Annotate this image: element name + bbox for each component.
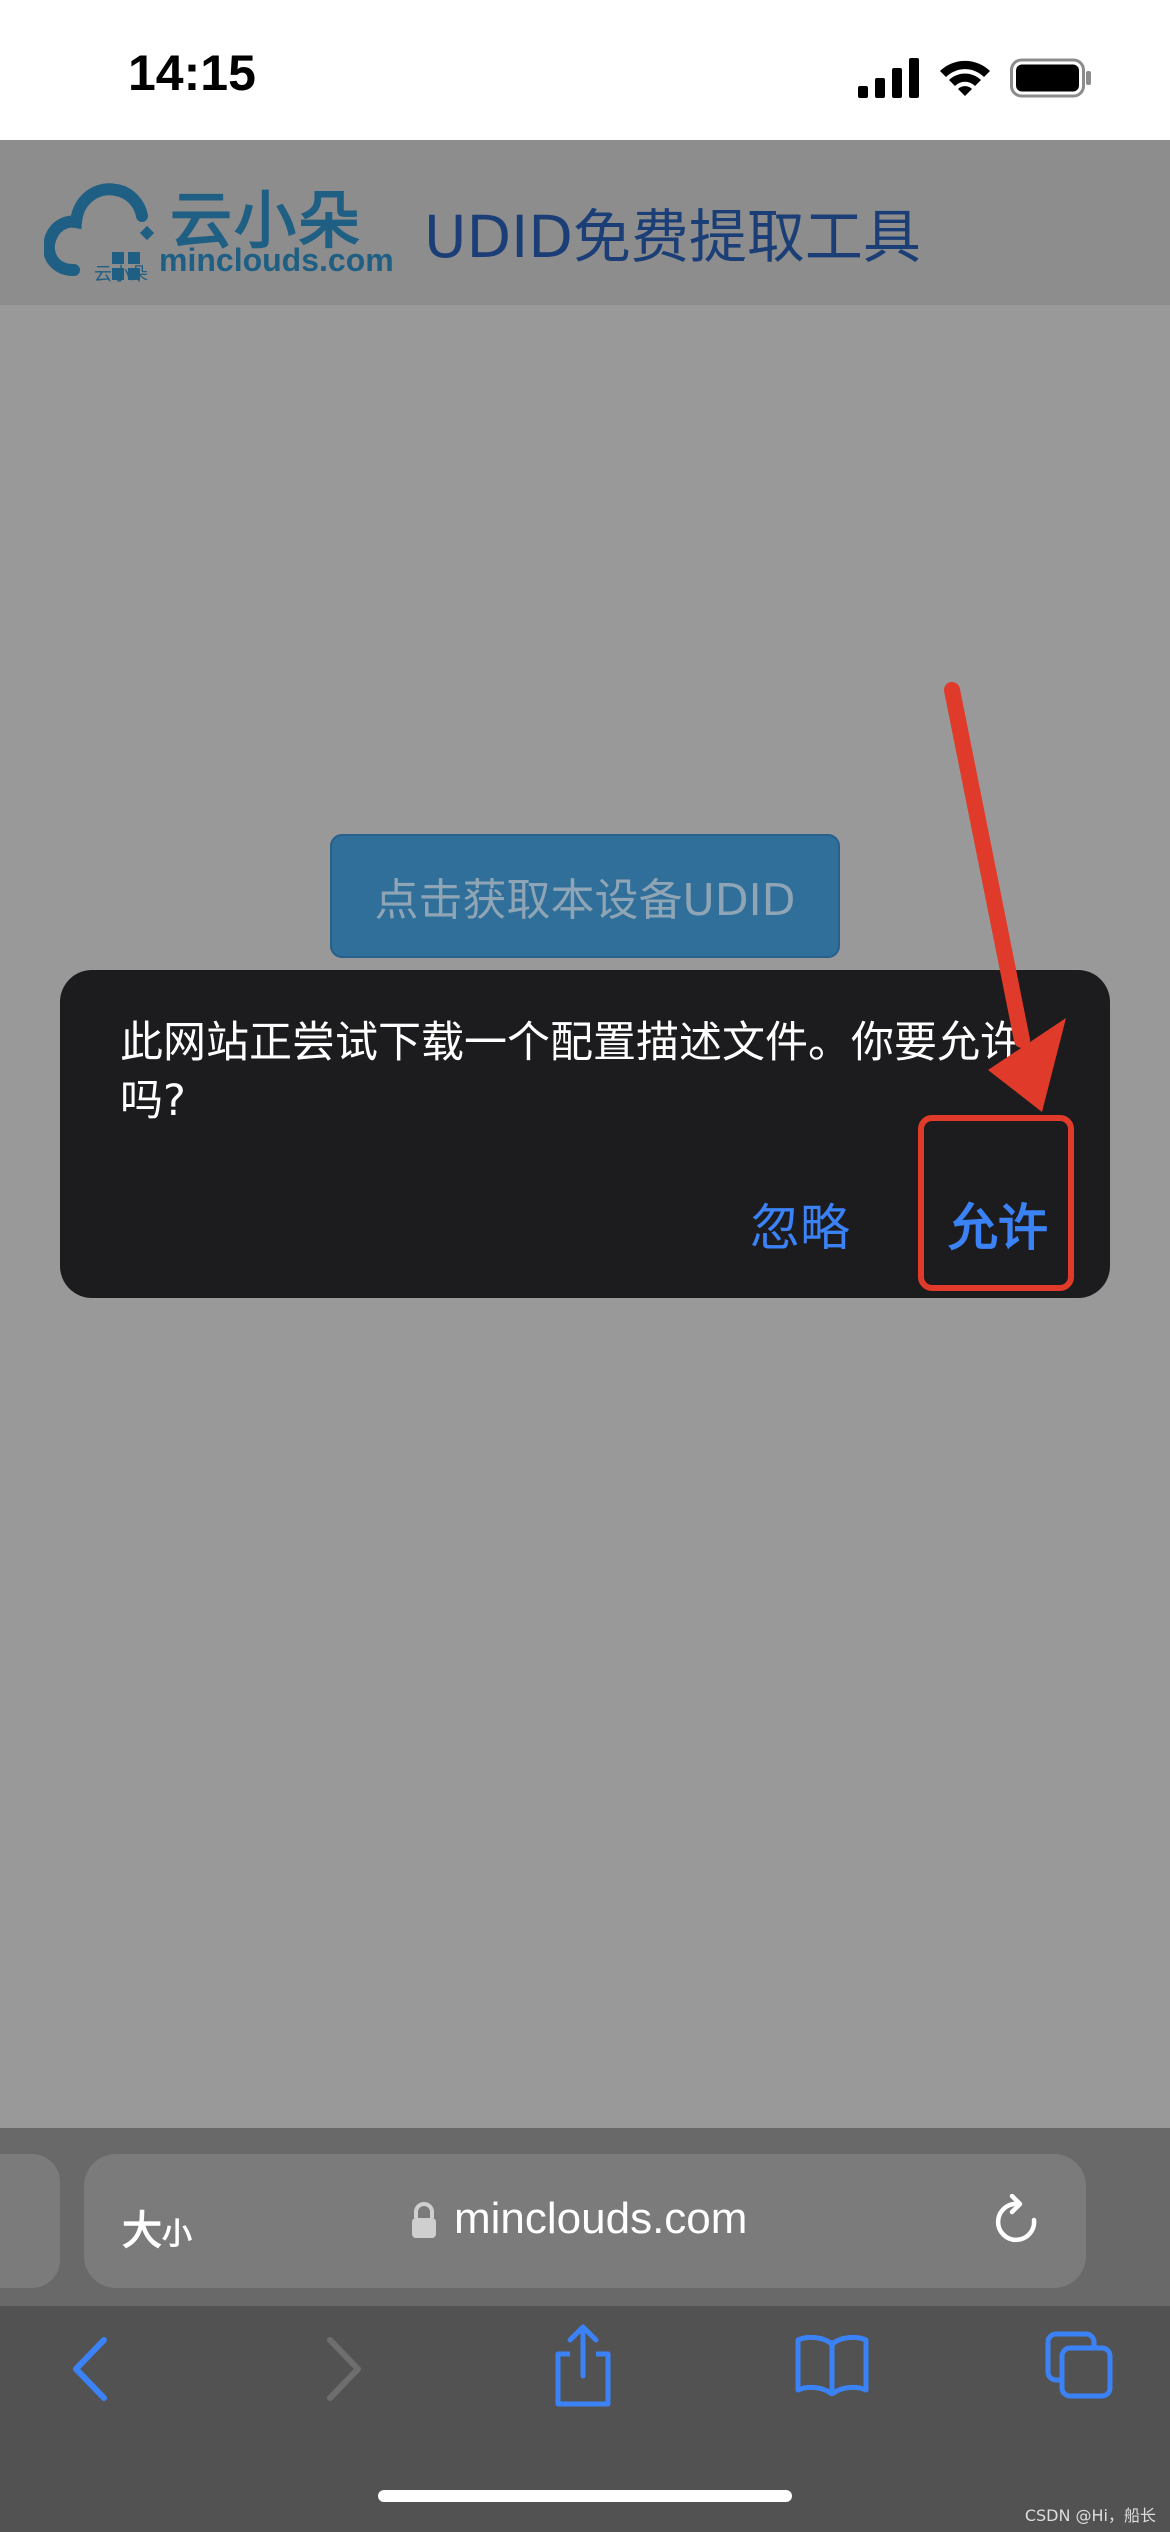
text-size-small: 小 xyxy=(162,2217,192,2252)
lock-icon xyxy=(412,2202,436,2238)
cellular-signal-icon xyxy=(858,58,919,98)
logo-small-text: 云小朵 xyxy=(94,264,148,285)
page-title: UDID免费提取工具 xyxy=(424,203,921,271)
share-icon[interactable] xyxy=(550,2322,616,2408)
dialog-message: 此网站正尝试下载一个配置描述文件。你要允许吗? xyxy=(120,1018,1023,1126)
bookmarks-icon[interactable] xyxy=(794,2332,870,2396)
back-icon[interactable] xyxy=(66,2332,116,2406)
forward-icon[interactable] xyxy=(318,2332,368,2406)
home-indicator[interactable] xyxy=(378,2490,792,2502)
status-time: 14:15 xyxy=(128,45,256,101)
site-header: 云小朵 云小朵 minclouds.com UDID免费提取工具 xyxy=(0,140,1170,305)
battery-icon xyxy=(1010,58,1091,98)
text-size-big: 大 xyxy=(122,2208,162,2254)
safari-address-area: 大小 minclouds.com xyxy=(0,2128,1170,2306)
allow-highlight-box xyxy=(918,1115,1074,1291)
site-logo[interactable]: 云小朵 云小朵 minclouds.com xyxy=(44,170,394,285)
ignore-button[interactable]: 忽略 xyxy=(750,1188,850,1260)
reload-icon[interactable] xyxy=(992,2194,1044,2250)
safari-toolbar: CSDN @Hi，船长 xyxy=(0,2306,1170,2532)
watermark: CSDN @Hi，船长 xyxy=(1024,2506,1156,2525)
get-udid-button[interactable]: 点击获取本设备UDID xyxy=(330,834,840,958)
text-size-button[interactable]: 大小 xyxy=(122,2198,192,2256)
status-icons xyxy=(858,56,1092,100)
status-bar: 14:15 xyxy=(0,0,1170,140)
address-bar[interactable]: 大小 minclouds.com xyxy=(84,2154,1086,2288)
logo-domain: minclouds.com xyxy=(159,242,394,278)
tabs-icon[interactable] xyxy=(1044,2330,1114,2400)
previous-tab-preview[interactable] xyxy=(0,2154,60,2288)
url-text: minclouds.com xyxy=(454,2194,748,2243)
wifi-icon xyxy=(940,60,990,96)
